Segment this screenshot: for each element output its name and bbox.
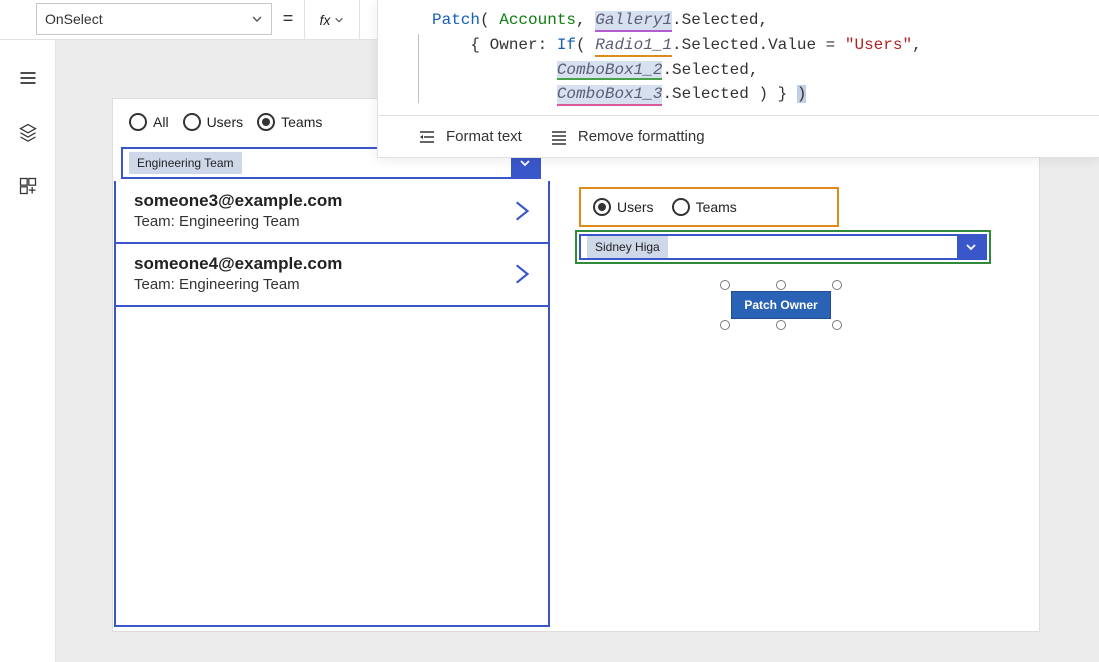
radio-icon bbox=[183, 113, 201, 131]
radio-all[interactable]: All bbox=[129, 113, 169, 131]
radio-users-right[interactable]: Users bbox=[593, 198, 654, 216]
resize-handle-sw[interactable] bbox=[720, 320, 730, 330]
patch-owner-label: Patch Owner bbox=[744, 298, 817, 312]
token-function: Patch bbox=[432, 11, 480, 29]
radio-icon bbox=[593, 198, 611, 216]
radio-teams-label: Teams bbox=[281, 114, 322, 130]
left-rail bbox=[0, 40, 56, 662]
combobox-users[interactable]: Sidney Higa bbox=[575, 230, 991, 264]
resize-handle-s[interactable] bbox=[776, 320, 786, 330]
token-datasource: Accounts bbox=[499, 11, 576, 29]
list-item-title: someone3@example.com bbox=[134, 191, 342, 211]
radio-teams-right-label: Teams bbox=[696, 199, 737, 215]
chevron-right-icon[interactable] bbox=[508, 198, 534, 224]
radio-icon bbox=[129, 113, 147, 131]
remove-formatting-button[interactable]: Remove formatting bbox=[550, 128, 705, 146]
components-icon[interactable] bbox=[16, 174, 40, 198]
list-item-title: someone4@example.com bbox=[134, 254, 342, 274]
equals-sign: = bbox=[272, 8, 304, 29]
resize-handle-ne[interactable] bbox=[832, 280, 842, 290]
remove-formatting-label: Remove formatting bbox=[578, 128, 705, 145]
screen-canvas[interactable]: All Users Teams Engineering Team someone… bbox=[112, 98, 1040, 632]
list-item-subtitle: Team: Engineering Team bbox=[134, 213, 342, 230]
fx-button[interactable]: fx bbox=[304, 0, 360, 40]
radio-icon bbox=[672, 198, 690, 216]
radio-teams-left[interactable]: Teams bbox=[257, 113, 322, 131]
patch-owner-button[interactable]: Patch Owner bbox=[731, 291, 831, 319]
chevron-down-icon bbox=[251, 13, 263, 25]
fx-label: fx bbox=[320, 12, 331, 28]
token-variable-combobox3: ComboBox1_3 bbox=[557, 85, 663, 106]
hamburger-icon[interactable] bbox=[16, 66, 40, 90]
radio-icon bbox=[257, 113, 275, 131]
radio-users-right-label: Users bbox=[617, 199, 654, 215]
format-text-button[interactable]: Format text bbox=[418, 128, 522, 146]
resize-handle-nw[interactable] bbox=[720, 280, 730, 290]
property-dropdown[interactable]: OnSelect bbox=[36, 3, 272, 35]
formula-editor[interactable]: Patch( Accounts, Gallery1.Selected, { Ow… bbox=[378, 0, 1099, 115]
token-variable-radio: Radio1_1 bbox=[595, 36, 672, 57]
combobox-teams-value: Engineering Team bbox=[129, 152, 242, 174]
list-item[interactable]: someone3@example.com Team: Engineering T… bbox=[116, 181, 548, 244]
chevron-right-icon[interactable] bbox=[508, 261, 534, 287]
format-text-icon bbox=[418, 128, 436, 146]
token-variable-gallery1: Gallery1 bbox=[595, 11, 672, 32]
formula-toolbar: Format text Remove formatting bbox=[378, 115, 1099, 157]
list-item-subtitle: Team: Engineering Team bbox=[134, 276, 342, 293]
token-variable-combobox2: ComboBox1_2 bbox=[557, 61, 663, 80]
resize-handle-se[interactable] bbox=[832, 320, 842, 330]
radio-group-left: All Users Teams bbox=[129, 113, 322, 131]
layers-icon[interactable] bbox=[16, 120, 40, 144]
combobox-users-value: Sidney Higa bbox=[587, 236, 668, 258]
radio-users-left[interactable]: Users bbox=[183, 113, 244, 131]
radio-group-right: Users Teams bbox=[579, 187, 839, 227]
property-dropdown-value: OnSelect bbox=[45, 11, 103, 27]
radio-all-label: All bbox=[153, 114, 169, 130]
resize-handle-n[interactable] bbox=[776, 280, 786, 290]
radio-teams-right[interactable]: Teams bbox=[672, 198, 737, 216]
gallery[interactable]: someone3@example.com Team: Engineering T… bbox=[114, 181, 550, 627]
chevron-down-icon bbox=[334, 15, 344, 25]
remove-formatting-icon bbox=[550, 128, 568, 146]
formula-panel: Patch( Accounts, Gallery1.Selected, { Ow… bbox=[377, 0, 1099, 158]
list-item[interactable]: someone4@example.com Team: Engineering T… bbox=[116, 244, 548, 307]
format-text-label: Format text bbox=[446, 128, 522, 145]
radio-users-label: Users bbox=[207, 114, 244, 130]
combobox-users-toggle[interactable] bbox=[957, 236, 985, 258]
